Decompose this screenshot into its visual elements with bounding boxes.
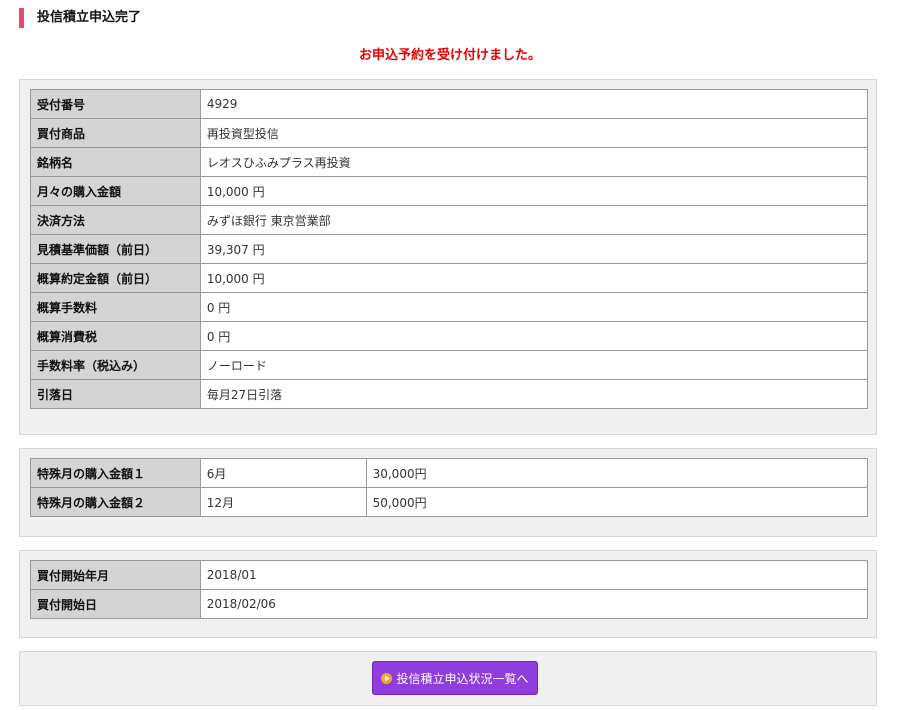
row-label: 特殊月の購入金額１: [30, 458, 201, 488]
row-label: 引落日: [30, 379, 201, 409]
play-circle-icon: [381, 672, 393, 684]
start-month: 2018/01: [199, 560, 869, 590]
fund-name: レオスひふみプラス再投資: [199, 147, 869, 177]
row-label: 概算約定金額（前日）: [30, 263, 201, 293]
estimated-base-price: 39,307 円: [199, 234, 869, 264]
start-date-table: 買付開始年月 2018/01 買付開始日 2018/02/06: [30, 560, 869, 619]
status-list-button-label: 投信積立申込状況一覧へ: [396, 671, 529, 686]
estimated-contract-amount: 10,000 円: [199, 263, 869, 293]
row-label: 特殊月の購入金額２: [30, 487, 201, 517]
special-month-table: 特殊月の購入金額１ 6月 30,000円 特殊月の購入金額２ 12月 50,000円: [30, 458, 869, 517]
row-label: 決済方法: [30, 205, 201, 235]
status-list-button[interactable]: 投信積立申込状況一覧へ: [372, 661, 538, 695]
row-label: 買付開始日: [30, 589, 201, 619]
row-label: 銘柄名: [30, 147, 201, 177]
special-amount: 30,000円: [365, 458, 869, 488]
row-label: 概算消費税: [30, 321, 201, 351]
table-row: 買付開始日 2018/02/06: [30, 589, 869, 619]
table-row: 見積基準価額（前日） 39,307 円: [30, 234, 869, 264]
start-date-panel: 買付開始年月 2018/01 買付開始日 2018/02/06: [19, 550, 877, 638]
fee-rate: ノーロード: [199, 350, 869, 380]
action-panel: 投信積立申込状況一覧へ: [19, 651, 877, 706]
table-row: 銘柄名 レオスひふみプラス再投資: [30, 147, 869, 177]
product-type: 再投資型投信: [199, 118, 869, 148]
row-label: 見積基準価額（前日）: [30, 234, 201, 264]
special-month-panel: 特殊月の購入金額１ 6月 30,000円 特殊月の購入金額２ 12月 50,000円: [19, 448, 877, 537]
payment-method: みずほ銀行 東京営業部: [199, 205, 869, 235]
row-label: 受付番号: [30, 89, 201, 119]
row-label: 買付開始年月: [30, 560, 201, 590]
table-row: 概算手数料 0 円: [30, 292, 869, 322]
row-label: 手数料率（税込み）: [30, 350, 201, 380]
table-row: 手数料率（税込み） ノーロード: [30, 350, 869, 380]
monthly-amount: 10,000 円: [199, 176, 869, 206]
row-label: 月々の購入金額: [30, 176, 201, 206]
debit-date: 毎月27日引落: [199, 379, 869, 409]
special-amount: 50,000円: [365, 487, 869, 517]
table-row: 買付開始年月 2018/01: [30, 560, 869, 590]
order-details-table: 受付番号 4929 買付商品 再投資型投信 銘柄名 レオスひふみプラス再投資 月々の購…: [30, 89, 869, 409]
table-row: 概算約定金額（前日） 10,000 円: [30, 263, 869, 293]
confirmation-message: お申込予約を受け付けました。: [358, 48, 541, 63]
row-label: 概算手数料: [30, 292, 201, 322]
special-month: 12月: [199, 487, 367, 517]
table-row: 特殊月の購入金額２ 12月 50,000円: [30, 487, 869, 517]
estimated-fee: 0 円: [199, 292, 869, 322]
estimated-tax: 0 円: [199, 321, 869, 351]
table-row: 買付商品 再投資型投信: [30, 118, 869, 148]
table-row: 引落日 毎月27日引落: [30, 379, 869, 409]
table-row: 概算消費税 0 円: [30, 321, 869, 351]
order-details-panel: 受付番号 4929 買付商品 再投資型投信 銘柄名 レオスひふみプラス再投資 月々の購…: [19, 79, 877, 435]
special-month: 6月: [199, 458, 367, 488]
table-row: 特殊月の購入金額１ 6月 30,000円: [30, 458, 869, 488]
receipt-number: 4929: [199, 89, 869, 119]
page-title: 投信積立申込完了: [19, 8, 141, 28]
table-row: 決済方法 みずほ銀行 東京営業部: [30, 205, 869, 235]
table-row: 受付番号 4929: [30, 89, 869, 119]
start-date: 2018/02/06: [199, 589, 869, 619]
row-label: 買付商品: [30, 118, 201, 148]
table-row: 月々の購入金額 10,000 円: [30, 176, 869, 206]
